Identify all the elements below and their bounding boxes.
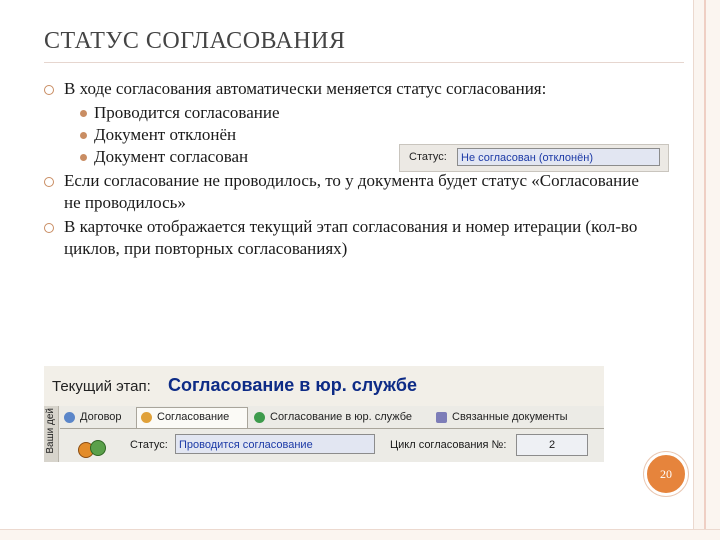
users-icon [141, 412, 152, 423]
bullet-item: Если согласование не проводилось, то у д… [44, 170, 644, 214]
cycle-value: 2 [516, 434, 588, 456]
bullet-item: В ходе согласования автоматически меняет… [44, 78, 644, 100]
tab-contract[interactable]: Договор [60, 408, 134, 427]
sub-bullet-text: Документ согласован [94, 147, 249, 166]
side-tab-actions[interactable]: Ваши дей [44, 406, 59, 462]
sub-bullet-text: Проводится согласование [94, 103, 280, 122]
tab-label: Договор [80, 411, 122, 423]
check-icon [254, 412, 265, 423]
slide-title: СТАТУС СОГЛАСОВАНИЯ [44, 28, 346, 54]
card-status-label: Статус: [130, 439, 168, 451]
card-tab-strip: Договор Согласование Согласование в юр. … [60, 407, 604, 429]
ring-bullet-icon [44, 223, 54, 233]
dot-bullet-icon [80, 132, 87, 139]
page-number-badge: 20 [644, 452, 688, 496]
tab-legal-approval[interactable]: Согласование в юр. службе [250, 408, 430, 427]
side-tab-label: Ваши дей [45, 408, 56, 454]
ring-bullet-icon [44, 177, 54, 187]
links-icon [436, 412, 447, 423]
title-divider [44, 62, 684, 63]
stage-value: Согласование в юр. службе [168, 375, 418, 395]
ring-bullet-icon [44, 85, 54, 95]
tab-approval[interactable]: Согласование [136, 407, 248, 428]
stage-label: Текущий этап: [52, 378, 151, 395]
dot-bullet-icon [80, 154, 87, 161]
stage-bar: Текущий этап: Согласование в юр. службе [44, 366, 604, 406]
dot-bullet-icon [80, 110, 87, 117]
status-field-label: Статус: [409, 151, 447, 163]
tab-label: Связанные документы [452, 411, 568, 423]
slide-frame-bottom [0, 529, 720, 540]
card-status-value: Проводится согласование [175, 434, 375, 454]
card-status-row: Статус: Проводится согласование Цикл сог… [60, 430, 604, 462]
status-field-value: Не согласован (отклонён) [457, 148, 660, 166]
bullet-item: В карточке отображается текущий этап сог… [44, 216, 644, 260]
document-icon [64, 412, 75, 423]
slide-frame-right [693, 0, 720, 540]
participants-icon [78, 438, 108, 460]
tab-related-documents[interactable]: Связанные документы [432, 408, 582, 427]
bullet-text: В карточке отображается текущий этап сог… [64, 217, 638, 258]
sub-bullet-text: Документ отклонён [94, 125, 237, 144]
cycle-label: Цикл согласования №: [390, 439, 507, 451]
tab-label: Согласование в юр. службе [270, 411, 413, 423]
tab-label: Согласование [157, 411, 230, 423]
bullet-text: В ходе согласования автоматически меняет… [64, 79, 547, 98]
sub-bullet-item: Документ отклонён [44, 124, 644, 146]
bullet-text: Если согласование не проводилось, то у д… [64, 171, 639, 212]
status-field-screenshot: Статус: Не согласован (отклонён) [399, 144, 669, 172]
sub-bullet-item: Проводится согласование [44, 102, 644, 124]
document-card-screenshot: Текущий этап: Согласование в юр. службе … [44, 366, 604, 462]
